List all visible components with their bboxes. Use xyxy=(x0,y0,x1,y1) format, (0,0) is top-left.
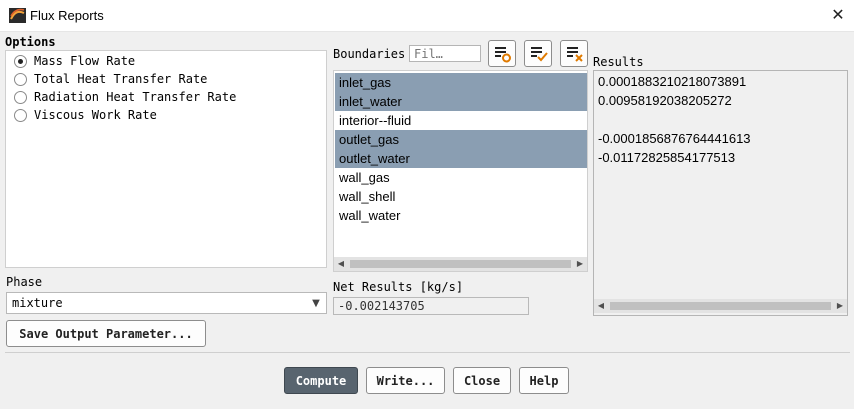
phase-dropdown[interactable]: mixture ▼ xyxy=(6,292,327,314)
list-item[interactable]: inlet_gas xyxy=(335,73,587,92)
phase-label: Phase xyxy=(6,275,43,289)
phase-value: mixture xyxy=(12,296,63,310)
boundaries-list[interactable]: inlet_gas inlet_water interior--fluid ou… xyxy=(333,70,588,272)
results-textbox[interactable]: 0.0001883210218073891 0.0095819203820527… xyxy=(593,70,848,316)
radio-total-heat-transfer-rate[interactable]: Total Heat Transfer Rate xyxy=(14,71,207,87)
fluent-app-icon xyxy=(9,8,26,23)
result-line: -0.0001856876764441613 xyxy=(598,131,751,146)
radio-button[interactable] xyxy=(14,90,27,104)
scrollbar-thumb[interactable] xyxy=(350,260,571,268)
radio-radiation-heat-transfer-rate[interactable]: Radiation Heat Transfer Rate xyxy=(14,89,236,105)
net-results-field: -0.002143705 xyxy=(333,297,529,315)
deselect-all-button[interactable] xyxy=(560,40,588,67)
result-line: 0.0001883210218073891 xyxy=(598,74,747,89)
list-item[interactable]: outlet_gas xyxy=(335,130,587,149)
radio-button[interactable] xyxy=(14,108,27,122)
list-clear-icon xyxy=(567,47,583,62)
radio-label: Radiation Heat Transfer Rate xyxy=(34,90,237,104)
scroll-right-icon[interactable]: ▶ xyxy=(573,257,587,271)
list-item[interactable]: wall_gas xyxy=(335,168,587,187)
radio-label: Mass Flow Rate xyxy=(34,54,136,68)
scrollbar-thumb[interactable] xyxy=(610,302,831,310)
boundaries-filter-input[interactable] xyxy=(409,45,481,62)
net-results-label: Net Results [kg/s] xyxy=(333,280,464,294)
list-item[interactable]: inlet_water xyxy=(335,92,587,111)
scroll-left-icon[interactable]: ◀ xyxy=(594,299,608,313)
list-item[interactable]: wall_water xyxy=(335,206,587,225)
radio-viscous-work-rate[interactable]: Viscous Work Rate xyxy=(14,107,157,123)
window-close-icon[interactable]: ✕ xyxy=(826,3,850,27)
scroll-right-icon[interactable]: ▶ xyxy=(833,299,847,313)
boundaries-label: Boundaries xyxy=(333,47,406,61)
results-label: Results xyxy=(593,55,644,69)
radio-label: Viscous Work Rate xyxy=(34,108,157,122)
radio-mass-flow-rate[interactable]: Mass Flow Rate xyxy=(14,53,135,69)
write-button[interactable]: Write... xyxy=(366,367,445,394)
select-all-button[interactable] xyxy=(524,40,552,67)
list-default-icon xyxy=(495,47,511,63)
save-output-parameter-button[interactable]: Save Output Parameter... xyxy=(6,320,206,347)
list-check-icon xyxy=(531,47,548,62)
results-horizontal-scrollbar[interactable]: ◀ ▶ xyxy=(594,299,847,313)
radio-button[interactable] xyxy=(14,72,27,86)
list-item[interactable]: outlet_water xyxy=(335,149,587,168)
radio-button[interactable] xyxy=(14,54,27,68)
compute-button[interactable]: Compute xyxy=(284,367,358,394)
result-line: 0.00958192038205272 xyxy=(598,93,732,108)
scroll-left-icon[interactable]: ◀ xyxy=(334,257,348,271)
title-bar xyxy=(0,0,854,32)
radio-label: Total Heat Transfer Rate xyxy=(34,72,208,86)
list-item[interactable]: interior--fluid xyxy=(335,111,587,130)
window-title: Flux Reports xyxy=(30,8,104,23)
options-group-title: Options xyxy=(5,35,56,49)
list-item[interactable]: wall_shell xyxy=(335,187,587,206)
boundaries-horizontal-scrollbar[interactable]: ◀ ▶ xyxy=(334,257,587,271)
separator xyxy=(5,352,850,353)
help-button[interactable]: Help xyxy=(519,367,569,394)
chevron-down-icon: ▼ xyxy=(312,297,320,309)
result-line: -0.01172825854177513 xyxy=(598,150,736,165)
select-default-button[interactable] xyxy=(488,40,516,67)
close-button[interactable]: Close xyxy=(453,367,511,394)
